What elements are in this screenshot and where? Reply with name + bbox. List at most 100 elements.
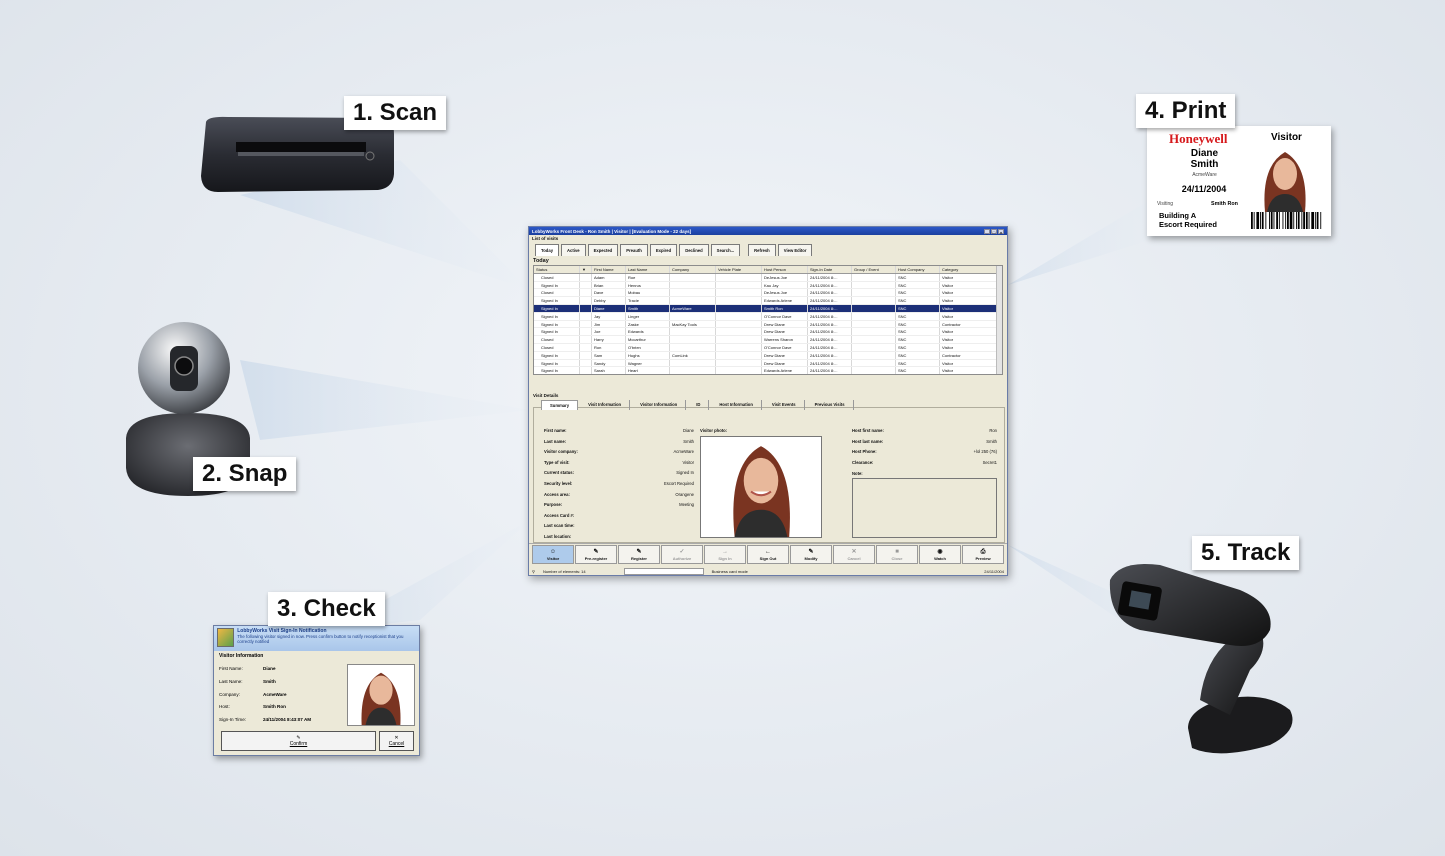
table-row[interactable]: Signed In Jim Zaske MacKay Tools Drew Diane 2… — [534, 320, 1002, 329]
detail-tab[interactable]: Previous Visits — [807, 400, 854, 410]
table-row[interactable]: Signed In Sandy Wagner Drew Diane 24/11/2004… — [534, 359, 1002, 368]
table-cell — [716, 351, 762, 359]
table-cell: O'Connor Dave — [762, 343, 808, 351]
table-row[interactable]: Signed In Jay Linger O'Connor Dave 24/11/200… — [534, 312, 1002, 321]
column-header[interactable]: Vehicle Plate — [716, 266, 762, 273]
note-textarea[interactable] — [852, 478, 997, 538]
column-header[interactable]: Group / Event — [852, 266, 896, 273]
toolbar-button[interactable]: ✎ Register — [618, 545, 660, 564]
host-field-label: Host first name: — [852, 428, 884, 433]
table-cell — [716, 367, 762, 374]
tab-active[interactable]: Active — [561, 244, 586, 256]
table-cell — [670, 281, 716, 289]
column-header[interactable]: ▼ — [580, 266, 592, 273]
column-header[interactable]: Last Name — [626, 266, 670, 273]
barcode-bar — [1287, 212, 1289, 229]
tab-declined[interactable]: Declined — [679, 244, 709, 256]
host-field-label: Host last name: — [852, 438, 884, 444]
cancel-button[interactable]: ✕ Cancel — [379, 731, 414, 751]
confirm-button[interactable]: ✎ Confirm — [221, 731, 376, 751]
details-caption: Visit Details — [533, 393, 559, 398]
detail-tab[interactable]: Visit Events — [764, 400, 805, 410]
table-cell: ComLink — [670, 351, 716, 359]
barcode-bar — [1311, 212, 1314, 229]
column-header[interactable]: Category — [940, 266, 998, 273]
toolbar-icon: ✕ — [851, 548, 857, 555]
table-cell — [852, 359, 896, 367]
table-cell — [580, 328, 592, 336]
table-cell: Drew Diane — [762, 320, 808, 328]
toolbar-button[interactable]: ✎ Pre-register — [575, 545, 617, 564]
toolbar-button[interactable]: ◉ Watch — [919, 545, 961, 564]
detail-tab[interactable]: Summary — [541, 400, 579, 410]
barcode-bar — [1320, 212, 1322, 229]
table-row[interactable]: Closed Dave Mobau DeJesus Joe 24/11/2004 8:.… — [534, 289, 1002, 298]
table-cell: Visitor — [940, 289, 998, 297]
tab-preauth[interactable]: Preauth — [620, 244, 648, 256]
table-cell — [716, 281, 762, 289]
table-cell: 24/11/2004 8:... — [808, 281, 852, 289]
barcode-bar — [1251, 212, 1253, 229]
refresh-button[interactable]: Refresh — [748, 244, 776, 256]
toolbar-button[interactable]: ✎ Modify — [790, 545, 832, 564]
column-header[interactable]: Host Person — [762, 266, 808, 273]
table-cell: Visitor — [940, 304, 998, 312]
barcode-bar — [1282, 212, 1284, 229]
barcode-bar — [1276, 212, 1278, 229]
toolbar-button[interactable]: ← Sign Out — [747, 545, 789, 564]
visitor-field-value: AcmeWare — [673, 449, 694, 455]
detail-tab[interactable]: Visit Information — [580, 400, 631, 410]
table-row[interactable]: Closed Harry Mccarthur Warrens Sharon 24/11/… — [534, 336, 1002, 344]
toolbar-button[interactable]: ☺ Visitor — [532, 545, 574, 564]
table-cell — [716, 343, 762, 351]
visitor-field-value: Escort Required — [663, 481, 694, 486]
status-search-input[interactable] — [623, 567, 704, 575]
detail-tab[interactable]: ID — [688, 400, 710, 410]
table-cell: 24/11/2004 8:... — [808, 328, 852, 336]
view-editor-button[interactable]: View Editor — [777, 244, 813, 256]
table-cell: Mobau — [626, 289, 670, 297]
table-cell: Visitor — [940, 273, 998, 281]
table-cell: Henrus — [626, 281, 670, 289]
table-scrollbar[interactable] — [996, 266, 1002, 374]
toolbar-button[interactable]: ■ Close — [876, 545, 918, 564]
column-header[interactable]: Status — [534, 266, 580, 273]
table-row[interactable]: Signed In Joe Edwards Drew Diane 24/11/2004 … — [534, 328, 1002, 337]
column-header[interactable]: Host Company — [896, 266, 940, 273]
detail-tab[interactable]: Visitor Information — [632, 400, 687, 410]
maximize-icon[interactable]: □ — [991, 228, 997, 235]
table-row[interactable]: Closed Ron O'brien O'Connor Dave 24/11/2004 … — [534, 343, 1002, 352]
table-cell — [580, 343, 592, 351]
column-header[interactable]: Company — [670, 266, 716, 273]
step-track-label: 5. Track — [1192, 536, 1300, 570]
table-row[interactable]: Signed In Debby Tracie Edwards Arlene 24/11/… — [534, 297, 1002, 305]
table-cell: SNC — [896, 304, 940, 312]
column-header[interactable]: Sign-In Date — [808, 266, 852, 273]
table-cell — [852, 328, 896, 336]
minimize-icon[interactable]: _ — [984, 228, 990, 235]
host-field-value: Secret1 — [982, 459, 997, 465]
detail-tab[interactable]: Host Information — [711, 400, 762, 410]
table-cell — [716, 336, 762, 343]
table-row[interactable]: Signed In Brian Henrus Kau Jay 24/11/2004 8:… — [534, 281, 1002, 290]
toolbar-button[interactable]: ✓ Authorize — [661, 545, 703, 564]
table-cell: SNC — [896, 281, 940, 289]
toolbar-button[interactable]: ⎙ Preview — [962, 545, 1004, 564]
toolbar-button[interactable]: → Sign In — [704, 545, 746, 564]
toolbar-button[interactable]: ✕ Cancel — [833, 545, 875, 564]
table-cell — [670, 297, 716, 304]
table-cell: Contractor — [940, 351, 998, 359]
card-mode-label[interactable]: Business card mode — [712, 569, 748, 574]
tab-search[interactable]: Search... — [710, 244, 741, 256]
table-row[interactable]: Signed In Sam Hughs ComLink Drew Diane 24/11/… — [534, 351, 1002, 360]
tab-today[interactable]: Today — [535, 244, 560, 256]
table-row[interactable]: Closed Adam Roe DeJesus Joe 24/11/2004 8:...… — [534, 273, 1002, 282]
badge-photo — [1264, 152, 1306, 212]
tab-expected[interactable]: Expected — [587, 244, 619, 256]
column-header[interactable]: First Name — [592, 266, 626, 273]
close-icon[interactable]: × — [998, 228, 1004, 235]
visit-details-panel: First name: Diane Last name: Smith Visitor c… — [533, 407, 1005, 543]
tab-expired[interactable]: Expired — [649, 244, 678, 256]
table-row[interactable]: Signed In Diane Smith AcmeWare Smith Ron 24/1… — [534, 304, 1002, 313]
table-row[interactable]: Signed In Sarah Heart Edwards Arlene 24/11/2… — [534, 367, 1002, 374]
